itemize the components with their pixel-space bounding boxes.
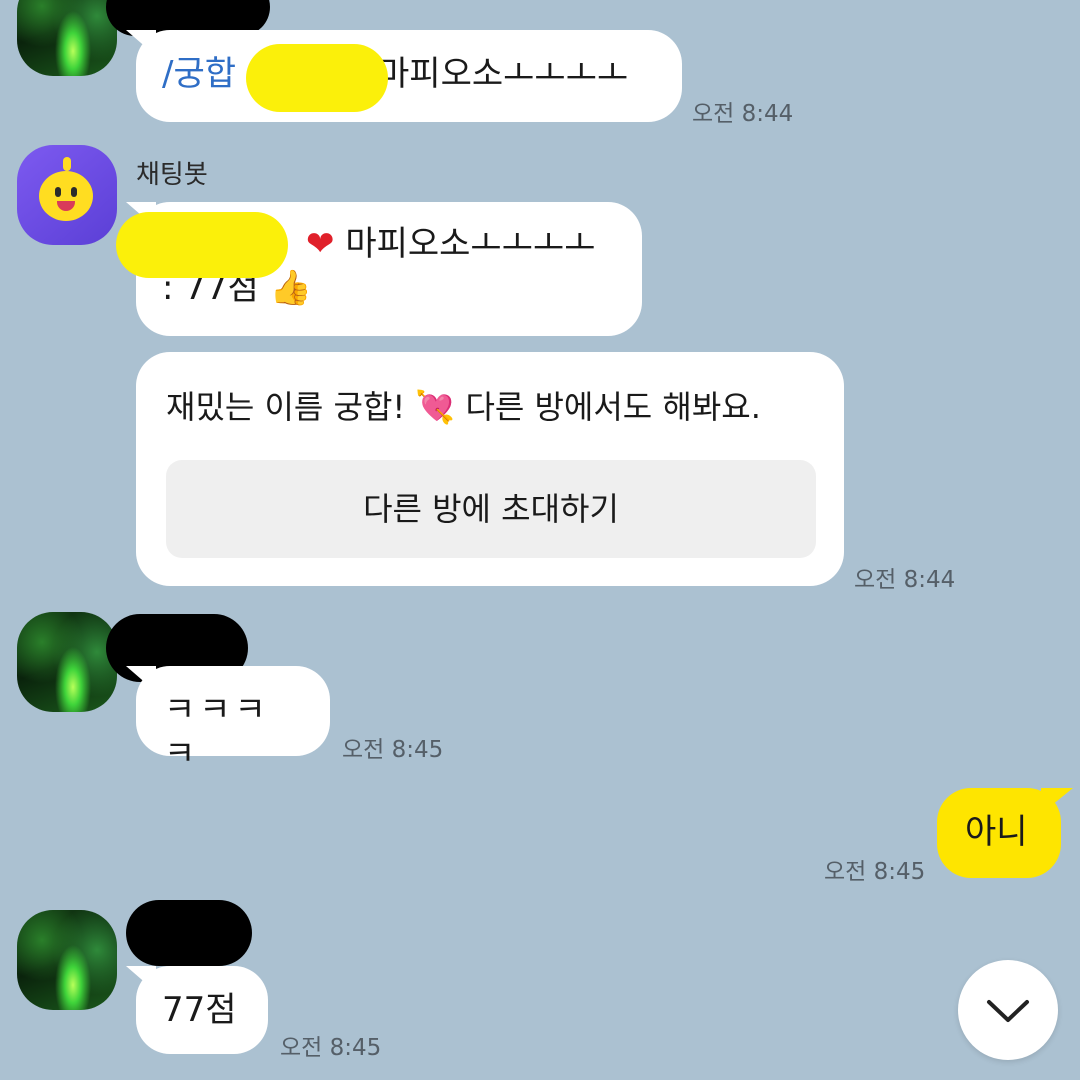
chevron-down-icon bbox=[987, 1000, 1029, 1022]
redacted-name bbox=[126, 900, 252, 966]
user-avatar[interactable] bbox=[17, 0, 117, 76]
thumbs-up-icon: 👍 bbox=[269, 268, 312, 308]
message-text: 아니 bbox=[965, 812, 1028, 852]
message-bubble[interactable]: 77점 bbox=[136, 966, 268, 1054]
user-avatar[interactable] bbox=[17, 612, 117, 712]
heart-icon: ❤ bbox=[306, 224, 335, 264]
message-bubble[interactable]: /궁합 마피오소ㅗㅗㅗㅗ bbox=[136, 30, 682, 122]
card-text: 재밌는 이름 궁합! 💘 다른 방에서도 해봐요. bbox=[166, 388, 761, 426]
scroll-down-button[interactable] bbox=[958, 960, 1058, 1060]
sender-name: 채팅봇 bbox=[136, 160, 208, 190]
message-text: 77점 bbox=[162, 990, 237, 1030]
command-text: /궁합 bbox=[162, 54, 237, 94]
message-time: 오전 8:44 bbox=[854, 567, 956, 593]
redacted-name bbox=[246, 44, 388, 112]
message-time: 오전 8:45 bbox=[280, 1035, 382, 1061]
bot-result-text: 마피오소ㅗㅗㅗㅗ bbox=[345, 224, 596, 264]
message-time: 오전 8:45 bbox=[824, 859, 926, 885]
message-time: 오전 8:45 bbox=[342, 737, 444, 763]
message-bubble[interactable]: ㅋㅋㅋㅋ bbox=[136, 666, 330, 774]
invite-button[interactable]: 다른 방에 초대하기 bbox=[166, 460, 816, 558]
redacted-name bbox=[116, 212, 288, 278]
my-message-bubble[interactable]: 아니 bbox=[937, 788, 1061, 878]
message-text: ㅋㅋㅋㅋ bbox=[164, 690, 270, 774]
bot-card: 재밌는 이름 궁합! 💘 다른 방에서도 해봐요. 다른 방에 초대하기 bbox=[136, 352, 844, 586]
user-avatar[interactable] bbox=[17, 910, 117, 1010]
message-text: 마피오소ㅗㅗㅗㅗ bbox=[378, 54, 629, 94]
message-time: 오전 8:44 bbox=[692, 101, 794, 127]
chatbot-avatar[interactable] bbox=[17, 145, 117, 245]
